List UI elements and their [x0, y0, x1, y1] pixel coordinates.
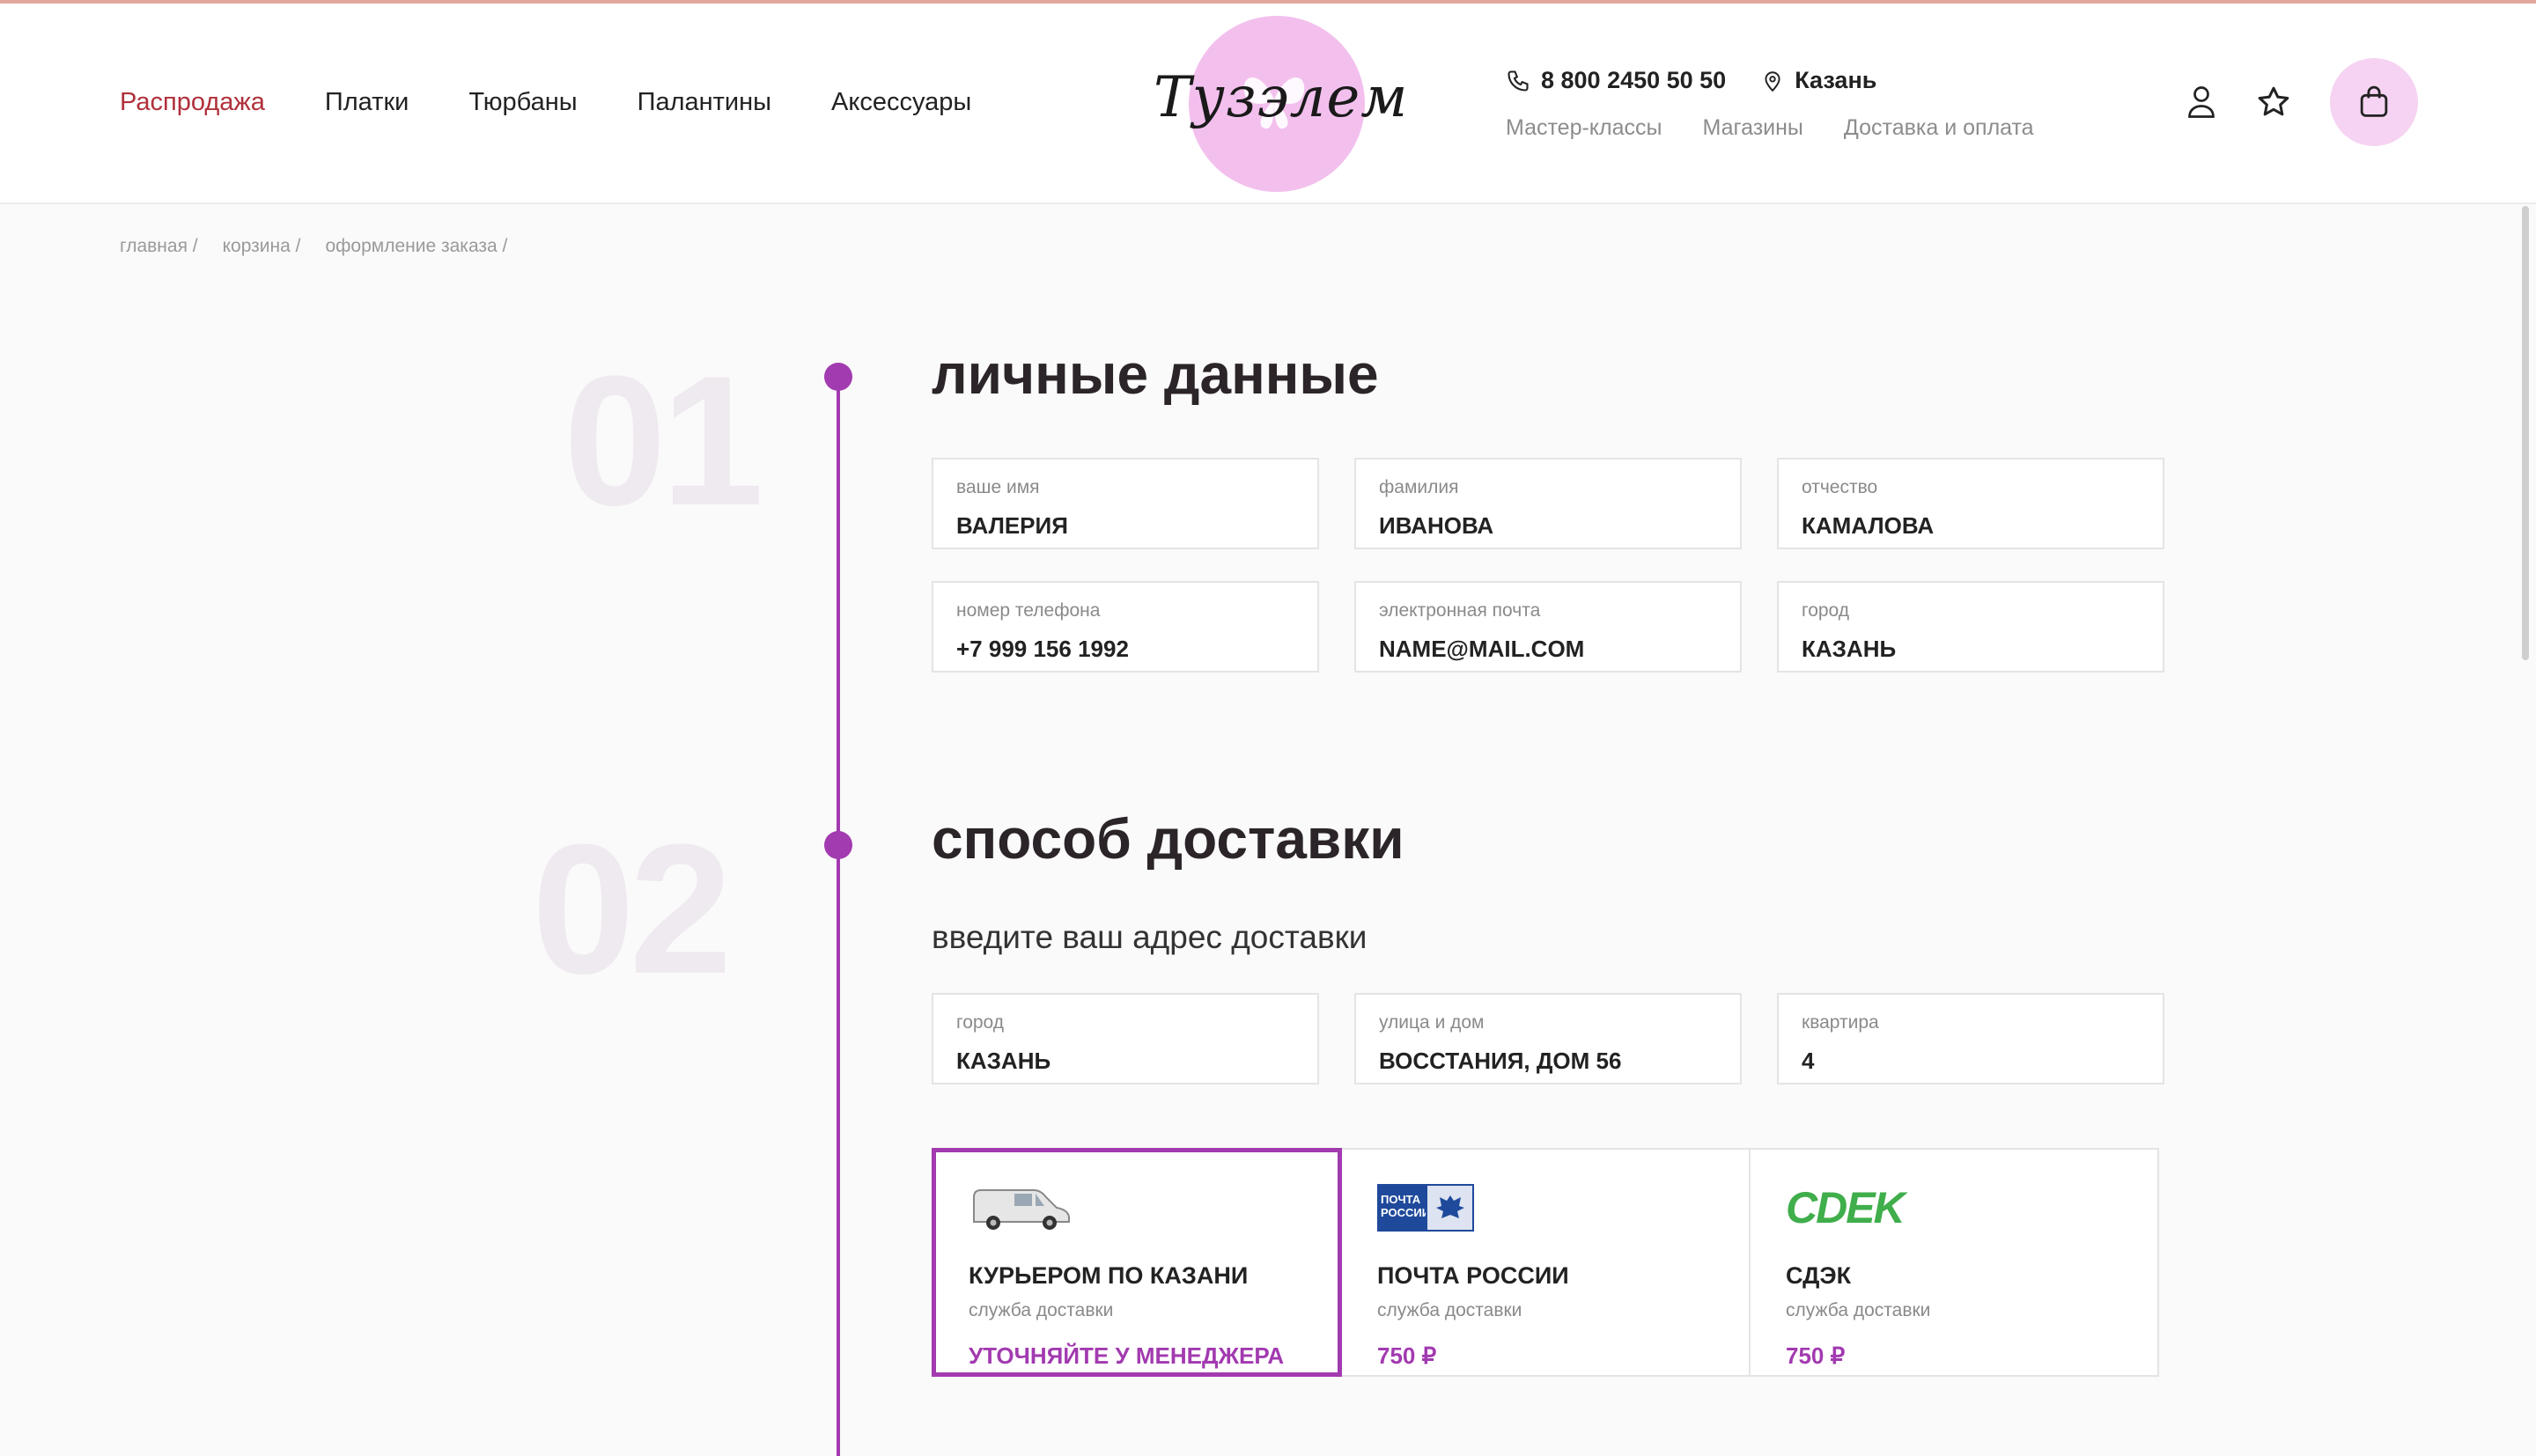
header-contacts: 8 800 2450 50 50 Казань Мастер-классы Ма… — [1506, 67, 2075, 141]
delivery-option-price: 750 ₽ — [1786, 1342, 1846, 1369]
pochta-logo: ПОЧТА РОССИИ — [1377, 1184, 1474, 1232]
field-value: КАЗАНЬ — [1802, 636, 1897, 662]
delivery-option-courier[interactable]: КУРЬЕРОМ ПО КАЗАНИ служба доставки УТОЧН… — [932, 1148, 1342, 1377]
nav-item-turbans[interactable]: Тюрбаны — [468, 88, 577, 117]
city-label: Казань — [1795, 67, 1877, 93]
field-label: город — [1802, 600, 1850, 621]
phone-link[interactable]: 8 800 2450 50 50 — [1506, 67, 1726, 94]
delivery-address-subtitle: введите ваш адрес доставки — [932, 919, 1368, 955]
field-value: ИВАНОВА — [1379, 512, 1494, 539]
delivery-option-service: служба доставки — [1786, 1300, 1931, 1320]
field-label: номер телефона — [956, 600, 1101, 621]
field-value: +7 999 156 1992 — [956, 636, 1129, 662]
phone-icon — [1508, 70, 1529, 92]
field-label: город — [956, 1012, 1005, 1033]
header-actions — [2177, 58, 2418, 146]
field-value: КАЗАНЬ — [956, 1048, 1051, 1074]
timeline-dot-1 — [824, 363, 852, 391]
delivery-option-cdek[interactable]: CDEK СДЭК служба доставки 750 ₽ — [1749, 1148, 2159, 1377]
page-scrollbar[interactable] — [2522, 206, 2529, 660]
field-value: ВОССТАНИЯ, ДОМ 56 — [1379, 1048, 1622, 1074]
nav-item-scarves[interactable]: Платки — [325, 88, 409, 117]
site-logo[interactable]: Тузэлем — [1154, 16, 1407, 197]
link-delivery-payment[interactable]: Доставка и оплата — [1844, 115, 2034, 141]
delivery-option-russian-post[interactable]: ПОЧТА РОССИИ ПОЧТА РОССИИ служба доставк… — [1340, 1148, 1751, 1377]
breadcrumb-cart[interactable]: корзина / — [223, 236, 301, 257]
favorites-button[interactable] — [2249, 77, 2298, 127]
city-selector[interactable]: Казань — [1761, 67, 1876, 94]
step-number-1: 01 — [564, 337, 764, 544]
location-pin-icon — [1765, 70, 1780, 92]
step-number-2: 02 — [532, 805, 733, 1012]
field-label: ваше имя — [956, 477, 1040, 497]
phone-number: 8 800 2450 50 50 — [1541, 67, 1727, 93]
site-header: Распродажа Платки Тюрбаны Палантины Аксе… — [0, 4, 2536, 204]
cart-button[interactable] — [2330, 58, 2418, 146]
field-label: отчество — [1802, 477, 1878, 497]
delivery-option-name: КУРЬЕРОМ ПО КАЗАНИ — [969, 1262, 1249, 1289]
city-field[interactable]: город КАЗАНЬ — [1777, 581, 2164, 673]
field-label: фамилия — [1379, 477, 1459, 497]
breadcrumb-home[interactable]: главная / — [120, 236, 198, 257]
field-value: NAME@MAIL.COM — [1379, 636, 1585, 662]
last-name-field[interactable]: фамилия ИВАНОВА — [1354, 458, 1742, 549]
first-name-field[interactable]: ваше имя ВАЛЕРИЯ — [932, 458, 1319, 549]
delivery-option-price: 750 ₽ — [1377, 1342, 1437, 1369]
field-label: улица и дом — [1379, 1012, 1485, 1033]
apartment-field[interactable]: квартира 4 — [1777, 993, 2164, 1085]
delivery-options: КУРЬЕРОМ ПО КАЗАНИ служба доставки УТОЧН… — [932, 1148, 2159, 1377]
user-icon — [2188, 86, 2215, 118]
nav-item-stoles[interactable]: Палантины — [638, 88, 771, 117]
van-icon — [973, 1189, 1070, 1230]
logo-wordmark: Тузэлем — [1154, 65, 1409, 130]
timeline-dot-2 — [824, 831, 852, 859]
delivery-option-service: служба доставки — [969, 1300, 1114, 1320]
nav-item-accessories[interactable]: Аксессуары — [831, 88, 971, 117]
delivery-option-name: ПОЧТА РОССИИ — [1377, 1262, 1569, 1289]
checkout-timeline — [837, 373, 840, 1456]
cdek-logo: CDEK — [1786, 1183, 1906, 1232]
eagle-emblem-icon — [1435, 1195, 1464, 1218]
breadcrumb: главная / корзина / оформление заказа / — [120, 236, 532, 257]
link-master-classes[interactable]: Мастер-классы — [1506, 115, 1662, 141]
field-label: квартира — [1802, 1012, 1879, 1033]
field-value: 4 — [1802, 1048, 1815, 1074]
main-nav: Распродажа Платки Тюрбаны Палантины Аксе… — [120, 88, 1031, 117]
field-label: электронная почта — [1379, 600, 1541, 621]
delivery-option-service: служба доставки — [1377, 1300, 1522, 1320]
street-house-field[interactable]: улица и дом ВОССТАНИЯ, ДОМ 56 — [1354, 993, 1742, 1085]
shopping-bag-icon — [2360, 85, 2388, 117]
section-title-personal-data: личные данные — [932, 342, 1379, 406]
patronymic-field[interactable]: отчество КАМАЛОВА — [1777, 458, 2164, 549]
phone-field[interactable]: номер телефона +7 999 156 1992 — [932, 581, 1319, 673]
link-stores[interactable]: Магазины — [1703, 115, 1803, 141]
nav-item-sale[interactable]: Распродажа — [120, 88, 265, 117]
delivery-city-field[interactable]: город КАЗАНЬ — [932, 993, 1319, 1085]
breadcrumb-checkout: оформление заказа / — [325, 236, 508, 256]
section-title-delivery-method: способ доставки — [932, 807, 1404, 871]
field-value: КАМАЛОВА — [1802, 512, 1935, 539]
field-value: ВАЛЕРИЯ — [956, 512, 1068, 539]
pochta-logo-text: ПОЧТА РОССИИ — [1377, 1184, 1430, 1232]
star-icon — [2258, 86, 2289, 116]
delivery-option-price: УТОЧНЯЙТЕ У МЕНЕДЖЕРА — [969, 1342, 1285, 1369]
account-button[interactable] — [2177, 77, 2226, 127]
delivery-option-name: СДЭК — [1786, 1262, 1852, 1289]
email-field[interactable]: электронная почта NAME@MAIL.COM — [1354, 581, 1742, 673]
